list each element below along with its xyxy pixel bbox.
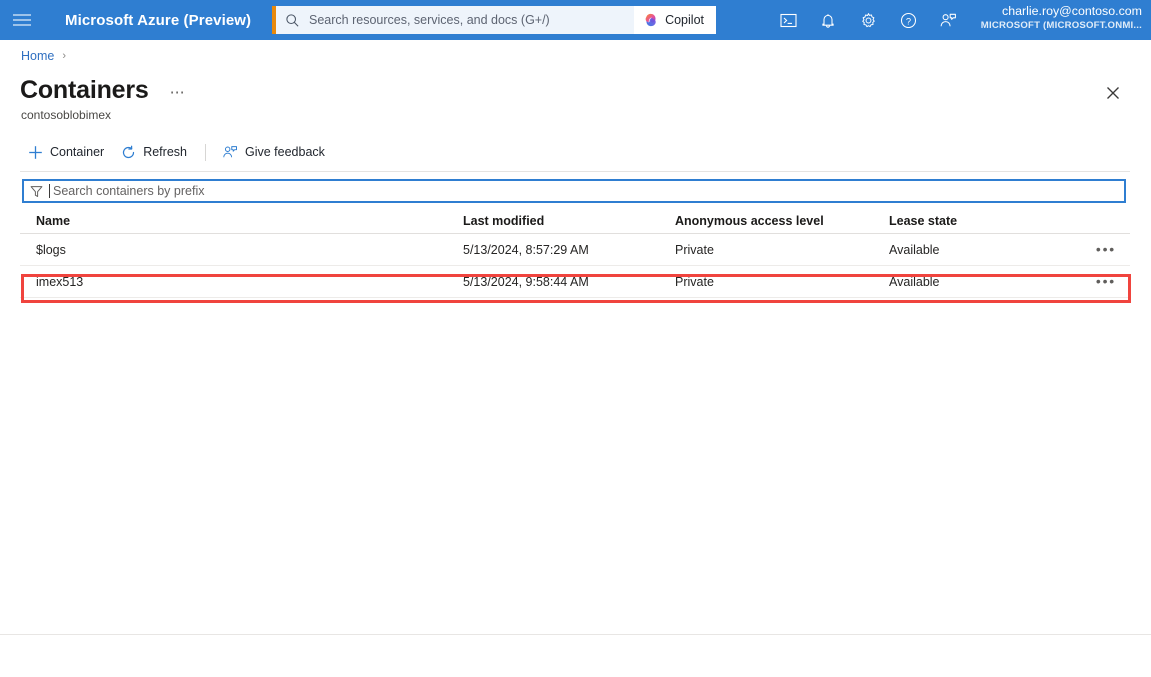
cell-last-modified: 5/13/2024, 8:57:29 AM [463,242,589,257]
close-blade-button[interactable] [1101,81,1125,105]
column-header-name[interactable]: Name [20,214,463,228]
account-info[interactable]: charlie.roy@contoso.com MICROSOFT (MICRO… [981,4,1142,31]
table-row[interactable]: imex513 5/13/2024, 9:58:44 AM Private Av… [20,266,1130,298]
azure-brand-title[interactable]: Microsoft Azure (Preview) [65,12,251,29]
svg-text:?: ? [905,15,910,26]
cell-lease-state: Available [889,242,940,257]
breadcrumb: Home › [21,49,66,63]
row-actions: ••• [1064,242,1130,257]
text-caret [49,184,50,198]
page-more-menu-icon[interactable]: ⋯ [170,85,187,100]
page-title-row: Containers ⋯ [20,75,186,105]
command-toolbar: Container Refresh Give feedback [20,138,334,166]
column-header-anonymous-access-level[interactable]: Anonymous access level [675,214,889,228]
azure-top-header: Microsoft Azure (Preview) Search resourc… [0,0,1151,40]
refresh-label: Refresh [143,145,187,159]
hamburger-line [13,19,31,21]
hamburger-menu-icon[interactable] [0,0,44,40]
cell-container-name[interactable]: $logs [20,243,463,257]
column-header-lease-state[interactable]: Lease state [889,214,1064,228]
global-search-input[interactable] [307,7,607,33]
add-container-button[interactable]: Container [20,138,113,166]
cell-container-name[interactable]: imex513 [20,275,463,289]
row-actions: ••• [1064,274,1130,289]
refresh-button[interactable]: Refresh [113,138,196,166]
cell-last-modified: 5/13/2024, 9:58:44 AM [463,274,589,289]
cell-lease-state: Available [889,274,940,289]
cloud-shell-icon[interactable] [768,0,808,40]
account-email: charlie.roy@contoso.com [1002,4,1142,18]
plus-icon [27,144,43,160]
help-question-icon[interactable]: ? [888,0,928,40]
toolbar-divider-rule [20,171,1130,172]
close-icon [1107,87,1119,99]
page-subtitle: contosoblobimex [21,108,112,122]
row-more-menu-icon[interactable]: ••• [1096,242,1116,256]
toolbar-divider [204,143,206,161]
copilot-icon [645,13,656,27]
copilot-label: Copilot [665,13,704,27]
funnel-icon [30,185,43,197]
account-tenant: MICROSOFT (MICROSOFT.ONMI... [980,20,1142,32]
table-row[interactable]: $logs 5/13/2024, 8:57:29 AM Private Avai… [20,234,1130,266]
give-feedback-label: Give feedback [244,145,325,159]
containers-table: Name Last modified Anonymous access leve… [20,209,1130,298]
feedback-person-icon[interactable] [928,0,968,40]
table-header-row: Name Last modified Anonymous access leve… [20,209,1130,234]
container-filter-input[interactable] [51,181,551,201]
settings-gear-icon[interactable] [848,0,888,40]
container-filter-box[interactable] [22,179,1126,203]
column-header-last-modified[interactable]: Last modified [463,214,675,228]
add-container-label: Container [50,145,105,159]
global-search-container: Copilot [272,6,716,34]
copilot-button[interactable]: Copilot [634,6,716,34]
global-search-box[interactable] [276,6,635,34]
top-header-icon-group: ? [768,0,968,40]
breadcrumb-separator-icon: › [62,50,67,62]
cell-anonymous-access-level: Private [675,242,714,257]
notifications-bell-icon[interactable] [808,0,848,40]
cell-anonymous-access-level: Private [675,274,714,289]
row-more-menu-icon[interactable]: ••• [1096,274,1116,288]
hamburger-line [13,24,31,26]
footer-divider-rule [0,634,1151,635]
feedback-icon [222,144,238,160]
page-title: Containers [20,76,149,104]
search-icon [286,13,299,27]
hamburger-line [13,14,31,16]
refresh-icon [120,144,136,160]
give-feedback-button[interactable]: Give feedback [215,138,334,166]
breadcrumb-item-home[interactable]: Home [21,49,54,63]
